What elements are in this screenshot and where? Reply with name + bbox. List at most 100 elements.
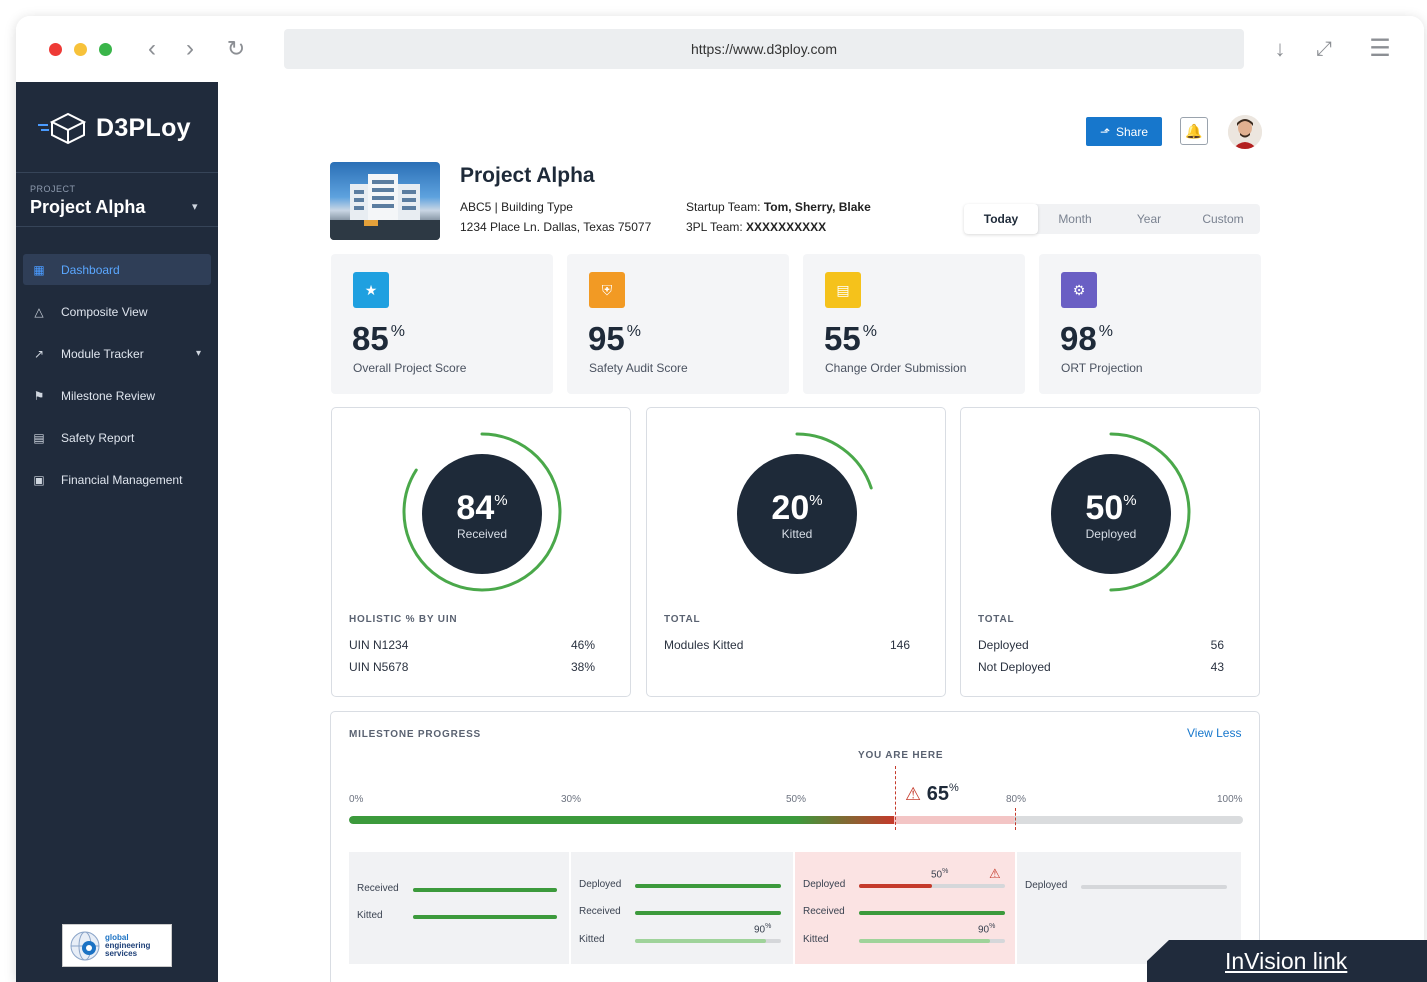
period-year[interactable]: Year (1112, 204, 1186, 234)
maximize-window-dot[interactable] (99, 43, 112, 56)
phase-row-label: Deployed (1025, 880, 1068, 891)
phase-bar-fill (635, 911, 781, 915)
flag-icon: ⚑ (33, 388, 45, 403)
main-content: ⬏ Share 🔔 Project Alpha ABC5 | Building … (218, 82, 1424, 982)
notifications-button[interactable]: 🔔 (1180, 117, 1208, 145)
minimize-window-dot[interactable] (74, 43, 87, 56)
document-icon: ▤ (33, 430, 45, 445)
share-label: Share (1116, 124, 1149, 139)
phase-row-label: Received (579, 906, 621, 917)
ring-card-received[interactable]: 84% Received HOLISTIC % BY UIN UIN N1234… (331, 407, 631, 697)
milestone-track (349, 816, 1243, 824)
ring-card-deployed[interactable]: 50% Deployed TOTAL Deployed 56 Not Deploy… (960, 407, 1260, 697)
share-button[interactable]: ⬏ Share (1086, 117, 1162, 146)
period-custom[interactable]: Custom (1186, 204, 1260, 234)
brand-logo[interactable]: D3PLoy (38, 108, 191, 148)
ring-center: 50% Deployed (1051, 454, 1171, 574)
stat-card-ort-projection[interactable]: ⚙ 98% ORT Projection (1039, 254, 1261, 394)
gear-icon: ⚙ (1061, 272, 1097, 308)
period-today[interactable]: Today (964, 204, 1038, 234)
milestone-current: ⚠ 65% (905, 782, 959, 805)
phase-bar (859, 911, 1005, 915)
phase-bar (1081, 885, 1227, 889)
bell-icon: 🔔 (1185, 122, 1203, 139)
phase-panel-3: 50% ⚠ Deployed Received 90% Kitted (795, 852, 1015, 964)
phase-bar (859, 884, 1005, 888)
sidebar-item-safety-report[interactable]: ▤ Safety Report (23, 422, 211, 453)
phase-bar-percent: 90% (754, 923, 772, 936)
sidebar: D3PLoy PROJECT Project Alpha ▾ ▦ Dashboa… (16, 82, 218, 982)
ring-row: UIN N5678 38% (349, 660, 595, 674)
phase-bar-fill (413, 915, 557, 919)
phase-row-label: Deployed (803, 879, 846, 890)
phase-row-label: Kitted (579, 934, 605, 945)
sidebar-divider (16, 172, 218, 173)
milestone-tick: 100% (1217, 794, 1243, 805)
milestone-fill (349, 816, 895, 824)
milestone-title: MILESTONE PROGRESS (349, 729, 482, 740)
phase-bar (413, 888, 557, 892)
menu-icon[interactable]: ☰ (1366, 34, 1394, 64)
dashboard-icon: ▦ (33, 262, 45, 277)
milestone-tick: 30% (561, 794, 582, 805)
stat-card-overall-score[interactable]: ★ 85% Overall Project Score (331, 254, 553, 394)
ring-card-kitted[interactable]: 20% Kitted TOTAL Modules Kitted 146 (646, 407, 946, 697)
stat-label: Overall Project Score (353, 361, 467, 375)
warning-icon: ⚠ (989, 866, 1001, 881)
phase-bar-fill (859, 939, 991, 943)
ring-row: UIN N1234 46% (349, 638, 595, 652)
phase-row-label: Kitted (357, 910, 383, 921)
project-building-image (330, 162, 440, 240)
chevron-down-icon[interactable]: ▾ (192, 200, 198, 213)
sidebar-item-financial-management[interactable]: ▣ Financial Management (23, 464, 211, 495)
browser-window: ‹ › ↻ https://www.d3ploy.com ↓ ⤢ ☰ D3PLo… (16, 16, 1424, 982)
milestone-tick: 0% (349, 794, 364, 805)
close-window-dot[interactable] (49, 43, 62, 56)
ring-heading: HOLISTIC % BY UIN (349, 614, 458, 625)
phase-row-label: Kitted (803, 934, 829, 945)
reload-icon[interactable]: ↻ (222, 34, 250, 64)
tpl-team: 3PL Team: XXXXXXXXXX (686, 220, 827, 234)
sidebar-item-composite-view[interactable]: △ Composite View (23, 296, 211, 327)
phase-bar (635, 911, 781, 915)
user-avatar-icon (1228, 115, 1262, 149)
ring-heading: TOTAL (978, 614, 1015, 625)
phase-bar-percent: 50% (931, 868, 949, 881)
box-logo-icon (38, 112, 87, 145)
stat-label: Change Order Submission (825, 361, 967, 375)
shield-icon: ⛨ (589, 272, 625, 308)
project-label: PROJECT (30, 184, 76, 194)
sidebar-item-milestone-review[interactable]: ⚑ Milestone Review (23, 380, 211, 411)
project-selector[interactable]: Project Alpha (30, 197, 145, 218)
you-are-here-label: YOU ARE HERE (858, 750, 944, 761)
brand-name: D3PLoy (96, 113, 191, 142)
forward-icon[interactable]: › (176, 34, 204, 64)
phase-bar-fill (859, 911, 1005, 915)
phase-panel-1: Received Kitted (349, 852, 569, 964)
download-icon[interactable]: ↓ (1266, 34, 1294, 64)
milestone-risk-band (894, 816, 1014, 824)
ring-row: Modules Kitted 146 (664, 638, 910, 652)
avatar[interactable] (1228, 115, 1262, 149)
phase-bar-fill (635, 939, 767, 943)
invision-link[interactable]: InVision link (1147, 940, 1427, 982)
star-icon: ★ (353, 272, 389, 308)
back-icon[interactable]: ‹ (138, 34, 166, 64)
chevron-down-icon: ▾ (195, 348, 201, 359)
stat-card-safety-audit[interactable]: ⛨ 95% Safety Audit Score (567, 254, 789, 394)
sidebar-item-label: Module Tracker (61, 346, 144, 361)
expand-icon[interactable]: ⤢ (1310, 34, 1338, 64)
sidebar-item-module-tracker[interactable]: ↗ Module Tracker ▾ (23, 338, 211, 369)
stat-card-change-order[interactable]: ▤ 55% Change Order Submission (803, 254, 1025, 394)
period-month[interactable]: Month (1038, 204, 1112, 234)
sidebar-item-label: Financial Management (61, 472, 183, 487)
sidebar-item-dashboard[interactable]: ▦ Dashboard (23, 254, 211, 285)
phase-bar (635, 884, 781, 888)
composite-view-icon: △ (34, 304, 44, 319)
view-less-link[interactable]: View Less (1187, 726, 1241, 740)
ring-heading: TOTAL (664, 614, 701, 625)
stat-label: Safety Audit Score (589, 361, 688, 375)
address-bar[interactable]: https://www.d3ploy.com (284, 29, 1244, 69)
phase-bar (859, 939, 1005, 943)
ring-center: 20% Kitted (737, 454, 857, 574)
